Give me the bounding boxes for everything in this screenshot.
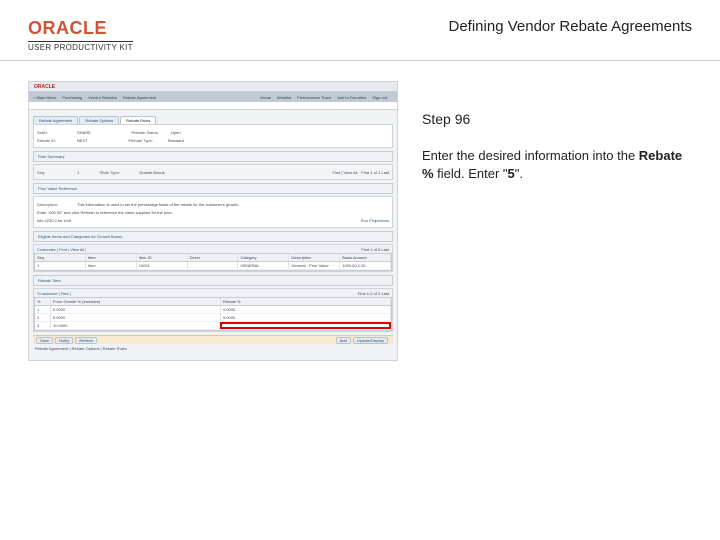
pvr-info: Enter "000.00" and click Refresh to refe… [37, 210, 173, 215]
col-category: Category [238, 254, 289, 261]
pvr-desc-label: Description: [37, 202, 77, 207]
setid-label: SetID: [37, 130, 77, 135]
rebstatus-label: *Rebate Status: [131, 130, 171, 135]
eligible-table: Seq Item Item ID Descr Category Descript… [34, 253, 392, 271]
table-row: 1 Item 10001 GENERAL General - Prior Val… [35, 262, 391, 270]
menu-link[interactable]: Sign out [372, 95, 387, 100]
crumb[interactable]: Rebate Agreement [123, 95, 156, 100]
instruction-text: Enter the desired information into the R… [422, 147, 692, 182]
tab-rebate-agreement[interactable]: Rebate Agreement [33, 116, 78, 124]
step-label: Step 96 [422, 111, 692, 127]
setid-value: SHARE [77, 130, 91, 135]
tiers-header[interactable]: Rebate Tiers [33, 275, 393, 286]
rule-summary-header[interactable]: Rule Summary [33, 151, 393, 162]
crumb[interactable]: < Main Menu [33, 95, 56, 100]
app-screenshot: ORACLE < Main Menu Purchasing Vendor Reb… [28, 81, 398, 361]
oracle-logo-text: ORACLE [28, 18, 133, 39]
doc-header: ORACLE USER PRODUCTIVITY KIT Defining Ve… [0, 0, 720, 61]
table-row: 2 5.0000 5.0000 [35, 314, 391, 322]
col-itemid: Item ID [137, 254, 188, 261]
menu-link[interactable]: Home [260, 95, 271, 100]
app-logo: ORACLE [34, 84, 55, 90]
rule-nav[interactable]: First 1 of 1 Last [361, 170, 389, 175]
content-area: ORACLE < Main Menu Purchasing Vendor Reb… [0, 61, 720, 381]
refresh-button[interactable]: Refresh [75, 337, 97, 344]
col-descr: Descr [188, 254, 239, 261]
rule-find[interactable]: Find | View All [332, 170, 357, 175]
tab-rebate-rules[interactable]: Rebate Rules [120, 116, 156, 124]
col-item: Item [86, 254, 137, 261]
table-row: 1 0.0000 0.0000 [35, 306, 391, 314]
tiers-panel: *Customize | Find | First 1-2 of 2 Last … [33, 288, 393, 332]
seq-value: 1 [77, 170, 79, 175]
rebid-value: NEXT [77, 138, 88, 143]
app-topbar: ORACLE [29, 82, 397, 92]
rule-summary-panel: Seq: 1 *Rule Type: Growth Bonus Find | V… [33, 164, 393, 180]
tiers-table: % From Growth % (Inclusive) Rebate % 1 0… [34, 297, 392, 331]
instr-prefix: Enter the desired information into the [422, 148, 639, 163]
info-link: info 4230.0 for Unit [37, 218, 71, 223]
eligible-panel: Customize | Find | View All | First 1 of… [33, 244, 393, 272]
instr-mid: field. Enter " [434, 166, 508, 181]
crumb[interactable]: Purchasing [62, 95, 82, 100]
tiers-customize[interactable]: *Customize | Find | [37, 291, 71, 296]
rebtype-value[interactable]: Standard [168, 138, 184, 143]
upk-label: USER PRODUCTIVITY KIT [28, 41, 133, 52]
footer-links[interactable]: Rebate Agreement | Rebate Options | Reba… [29, 344, 397, 352]
col-basis: Basis Amount [340, 254, 391, 261]
col-rebate-pct: Rebate % [221, 298, 391, 305]
pvr-header[interactable]: Prior Value Reference [33, 183, 393, 194]
rebate-percent-input[interactable] [220, 322, 392, 329]
add-button[interactable]: Add [336, 337, 351, 344]
instruction-panel: Step 96 Enter the desired information in… [398, 81, 692, 182]
instr-suffix: ". [515, 166, 523, 181]
ruletype-label: *Rule Type: [99, 170, 139, 175]
col-description: Description [289, 254, 340, 261]
eligible-customize[interactable]: Customize | Find | View All | [37, 247, 86, 252]
tab-rebate-options[interactable]: Rebate Options [79, 116, 119, 124]
tab-row: Rebate Agreement Rebate Options Rebate R… [33, 114, 397, 124]
doc-title: Defining Vendor Rebate Agreements [449, 18, 693, 35]
sub-bar [29, 102, 397, 110]
col-from-growth: From Growth % (Inclusive) [51, 298, 221, 305]
menu-link[interactable]: Worklist [277, 95, 291, 100]
eligible-header[interactable]: Eligible Items and Categories for Growth… [33, 231, 393, 242]
app-breadcrumb: < Main Menu Purchasing Vendor Rebates Re… [29, 92, 397, 102]
rebstatus-value[interactable]: Open [171, 130, 181, 135]
crumb[interactable]: Vendor Rebates [88, 95, 117, 100]
ruletype-value[interactable]: Growth Bonus [139, 170, 164, 175]
run-projections-link[interactable]: Run Projections [361, 218, 389, 223]
footer-bar: Save Notify Refresh Add Update/Display [33, 335, 393, 344]
instr-value: 5 [508, 166, 515, 181]
rebid-label: Rebate ID: [37, 138, 77, 143]
notify-button[interactable]: Notify [55, 337, 73, 344]
oracle-logo: ORACLE USER PRODUCTIVITY KIT [28, 18, 133, 52]
table-row: 3 10.0000 [35, 322, 391, 330]
menu-link[interactable]: Performance Trace [297, 95, 331, 100]
tiers-nav[interactable]: First 1-2 of 2 Last [358, 291, 389, 296]
col-seq: Seq [35, 254, 86, 261]
pvr-panel: Description: This information is used to… [33, 196, 393, 228]
col-pct: % [35, 298, 51, 305]
rebtype-label: *Rebate Type: [128, 138, 168, 143]
header-panel: SetID: SHARE *Rebate Status: Open Rebate… [33, 124, 393, 148]
seq-label: Seq: [37, 170, 77, 175]
update-display-button[interactable]: Update/Display [353, 337, 388, 344]
pvr-desc: This information is used to set the perc… [77, 202, 239, 207]
save-button[interactable]: Save [36, 337, 53, 344]
eligible-nav[interactable]: First 1 of 5 Last [361, 247, 389, 252]
menu-link[interactable]: Add to Favorites [337, 95, 366, 100]
